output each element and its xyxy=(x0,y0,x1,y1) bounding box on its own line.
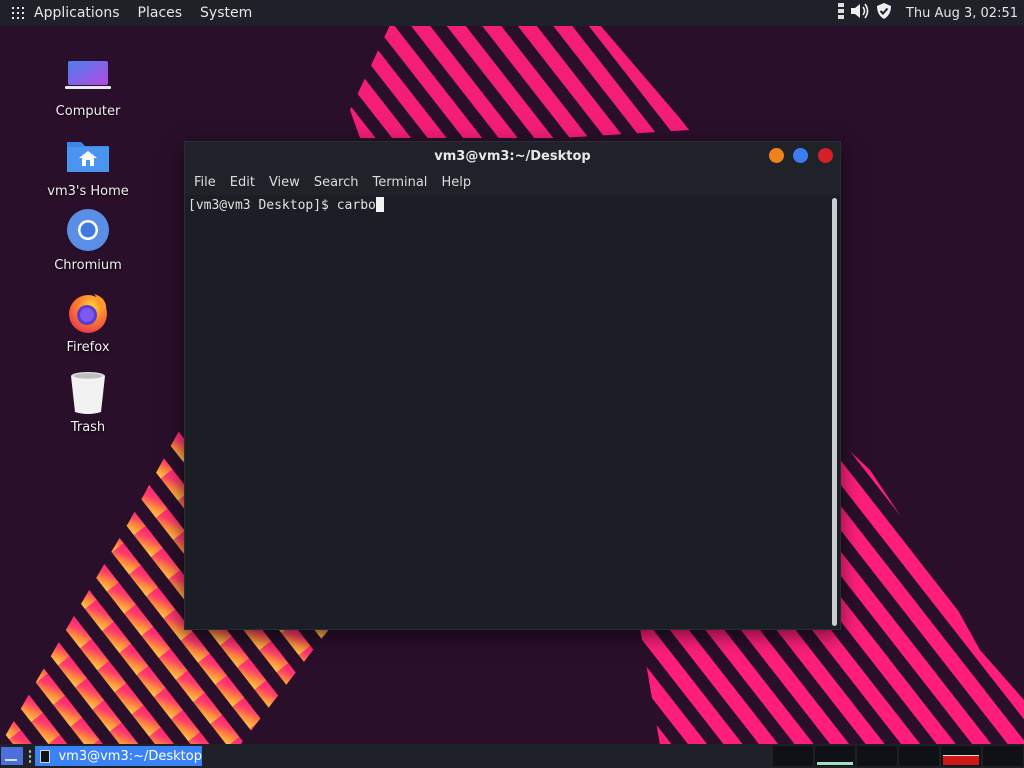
text-cursor xyxy=(375,197,384,212)
show-desktop-button[interactable] xyxy=(1,747,23,765)
menu-help[interactable]: Help xyxy=(441,175,471,190)
minimize-button[interactable] xyxy=(769,148,784,163)
menu-edit[interactable]: Edit xyxy=(230,175,255,190)
desktop-icon-firefox[interactable]: Firefox xyxy=(40,288,136,355)
panel-handle[interactable] xyxy=(28,749,32,764)
desktop-icon-home[interactable]: vm3's Home xyxy=(40,132,136,199)
desktop-icon-trash[interactable]: Trash xyxy=(40,368,136,435)
computer-icon xyxy=(64,52,112,100)
top-panel: Applications Places System Thu Aug 3, 02… xyxy=(0,0,1024,26)
chromium-icon xyxy=(64,206,112,254)
menu-applications[interactable]: Applications xyxy=(34,5,120,21)
desktop-icon-label: vm3's Home xyxy=(47,184,129,199)
workspace-1[interactable] xyxy=(773,746,813,766)
menu-file[interactable]: File xyxy=(194,175,216,190)
command-input[interactable]: carbo xyxy=(337,198,376,213)
system-tray: Thu Aug 3, 02:51 xyxy=(837,0,1018,26)
terminal-window[interactable]: vm3@vm3:~/Desktop File Edit View Search … xyxy=(184,141,841,630)
terminal-scrollbar[interactable] xyxy=(832,198,837,626)
terminal-icon xyxy=(40,749,51,763)
shield-icon[interactable] xyxy=(876,2,892,24)
home-folder-icon xyxy=(64,132,112,180)
trash-icon xyxy=(64,368,112,416)
desktop-icon-chromium[interactable]: Chromium xyxy=(40,206,136,273)
desktop-icon-label: Computer xyxy=(55,104,121,119)
shell-prompt: [vm3@vm3 Desktop]$ xyxy=(188,198,337,213)
command-line[interactable]: [vm3@vm3 Desktop]$ carbo xyxy=(188,197,384,213)
desktop-icon-computer[interactable]: Computer xyxy=(40,52,136,119)
terminal-body[interactable]: [vm3@vm3 Desktop]$ carbo xyxy=(185,195,840,629)
terminal-titlebar[interactable]: vm3@vm3:~/Desktop xyxy=(185,142,840,170)
workspace-6[interactable] xyxy=(983,746,1023,766)
taskbar-item-label: vm3@vm3:~/Desktop xyxy=(58,748,202,764)
desktop-icon-label: Firefox xyxy=(66,340,110,355)
menu-terminal[interactable]: Terminal xyxy=(372,175,427,190)
maximize-button[interactable] xyxy=(793,148,808,163)
workspace-5[interactable] xyxy=(941,746,981,766)
workspace-2[interactable] xyxy=(815,746,855,766)
menu-search[interactable]: Search xyxy=(314,175,359,190)
taskbar-item-terminal[interactable]: vm3@vm3:~/Desktop xyxy=(35,746,202,766)
close-button[interactable] xyxy=(818,148,833,163)
volume-icon[interactable] xyxy=(850,2,870,24)
firefox-icon xyxy=(64,288,112,336)
desktop-icon-label: Chromium xyxy=(54,258,122,273)
menu-system[interactable]: System xyxy=(200,5,252,21)
bottom-panel: vm3@vm3:~/Desktop xyxy=(0,744,1024,768)
menu-view[interactable]: View xyxy=(269,175,300,190)
clock[interactable]: Thu Aug 3, 02:51 xyxy=(906,6,1018,21)
network-icon[interactable] xyxy=(837,2,844,24)
terminal-menubar: File Edit View Search Terminal Help xyxy=(185,170,840,195)
desktop-icon-label: Trash xyxy=(70,420,106,435)
apps-grid-icon[interactable] xyxy=(12,7,24,19)
workspace-4[interactable] xyxy=(899,746,939,766)
workspace-3[interactable] xyxy=(857,746,897,766)
menu-places[interactable]: Places xyxy=(138,5,183,21)
window-title: vm3@vm3:~/Desktop xyxy=(434,149,591,164)
